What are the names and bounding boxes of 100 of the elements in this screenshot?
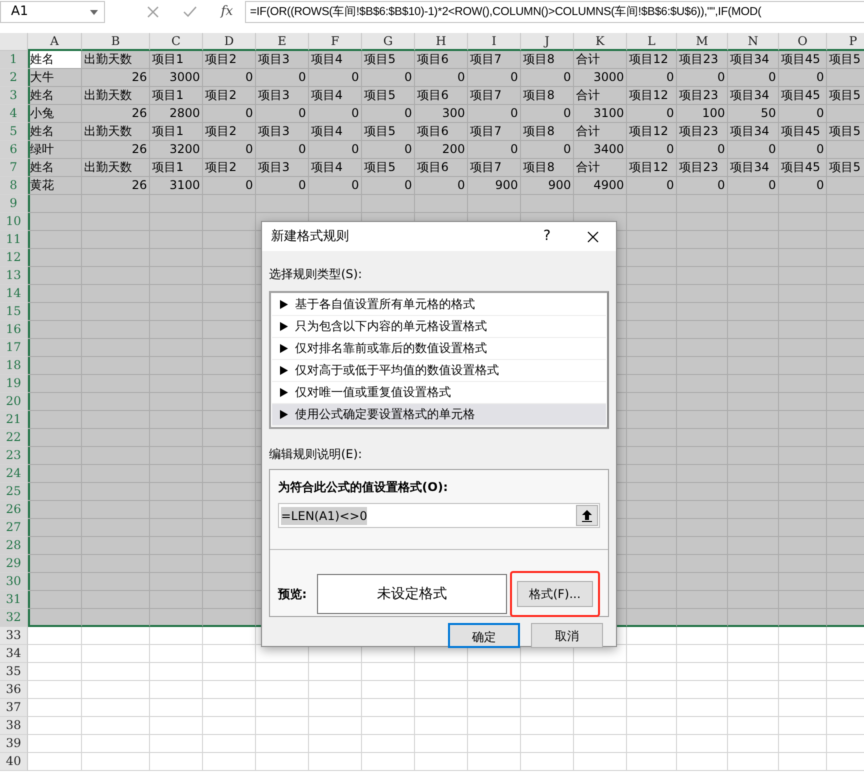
- column-header[interactable]: I: [468, 33, 521, 51]
- formula-field[interactable]: =IF(OR((ROWS(车间!$B$6:$B$10)-1)*2<ROW(),COLUMN()>COLUMNS(车间!$B$6:$U$6)),"",IF(MOD(: [245, 1, 864, 23]
- column-header[interactable]: C: [150, 33, 203, 51]
- table-cell: 项目2: [203, 123, 256, 141]
- column-header[interactable]: P: [827, 33, 864, 51]
- column-header[interactable]: K: [574, 33, 627, 51]
- table-cell: 0: [728, 141, 779, 159]
- row-header[interactable]: 11: [0, 231, 28, 249]
- row-header[interactable]: 4: [0, 105, 28, 123]
- row-header[interactable]: 29: [0, 555, 28, 573]
- row-header[interactable]: 20: [0, 393, 28, 411]
- name-box[interactable]: A1: [0, 1, 105, 23]
- cancel-icon[interactable]: [146, 6, 159, 18]
- insert-function-button[interactable]: fx: [220, 2, 233, 22]
- column-header[interactable]: H: [415, 33, 468, 51]
- row-header[interactable]: 9: [0, 195, 28, 213]
- column-header[interactable]: A: [28, 33, 82, 51]
- row-header[interactable]: 40: [0, 753, 28, 771]
- rule-type-item[interactable]: 只为包含以下内容的单元格设置格式: [272, 316, 606, 338]
- row-header[interactable]: 25: [0, 483, 28, 501]
- row-header[interactable]: 34: [0, 645, 28, 663]
- column-header[interactable]: E: [256, 33, 309, 51]
- row-header[interactable]: 15: [0, 303, 28, 321]
- table-cell: 0: [309, 141, 362, 159]
- table-cell: 0: [203, 141, 256, 159]
- row-header[interactable]: 5: [0, 123, 28, 141]
- rule-type-item[interactable]: 仅对排名靠前或靠后的数值设置格式: [272, 338, 606, 360]
- empty-cell: [677, 717, 728, 735]
- row-header[interactable]: 12: [0, 249, 28, 267]
- row-header[interactable]: 24: [0, 465, 28, 483]
- row-header[interactable]: 13: [0, 267, 28, 285]
- column-header[interactable]: L: [627, 33, 677, 51]
- table-cell: 项目8: [521, 123, 574, 141]
- select-all-corner[interactable]: [0, 33, 28, 51]
- row-header[interactable]: 39: [0, 735, 28, 753]
- table-cell: 项目8: [521, 159, 574, 177]
- table-cell: 项目23: [677, 87, 728, 105]
- formula-input[interactable]: =LEN(A1)<>0: [278, 503, 600, 528]
- column-header[interactable]: F: [309, 33, 362, 51]
- table-cell: 3400: [574, 141, 627, 159]
- row-header[interactable]: 22: [0, 429, 28, 447]
- row-header[interactable]: 17: [0, 339, 28, 357]
- row-header[interactable]: 10: [0, 213, 28, 231]
- column-header[interactable]: M: [677, 33, 728, 51]
- rule-type-item[interactable]: 基于各自值设置所有单元格的格式: [272, 294, 606, 316]
- row-header[interactable]: 36: [0, 681, 28, 699]
- row-header[interactable]: 26: [0, 501, 28, 519]
- help-button[interactable]: ?: [524, 226, 570, 247]
- row-header[interactable]: 1: [0, 51, 28, 69]
- table-cell: 合计: [574, 123, 627, 141]
- row-header[interactable]: 16: [0, 321, 28, 339]
- empty-cell: [779, 717, 827, 735]
- row-header[interactable]: 3: [0, 87, 28, 105]
- empty-cell: [256, 699, 309, 717]
- empty-cell: [728, 735, 779, 753]
- row-header[interactable]: 37: [0, 699, 28, 717]
- table-cell: 项目6: [415, 87, 468, 105]
- row-header[interactable]: 2: [0, 69, 28, 87]
- row-header[interactable]: 19: [0, 375, 28, 393]
- row-header[interactable]: 31: [0, 591, 28, 609]
- table-cell: 项目6: [415, 51, 468, 69]
- column-header[interactable]: B: [82, 33, 150, 51]
- row-header[interactable]: 21: [0, 411, 28, 429]
- description-label: 编辑规则说明(E):: [269, 446, 362, 460]
- table-cell: 26: [82, 69, 150, 87]
- column-header[interactable]: O: [779, 33, 827, 51]
- table-cell: 项目3: [256, 87, 309, 105]
- check-icon[interactable]: [182, 6, 197, 18]
- column-header[interactable]: J: [521, 33, 574, 51]
- column-header[interactable]: N: [728, 33, 779, 51]
- table-cell: 项目12: [627, 87, 677, 105]
- empty-cell: [677, 753, 728, 771]
- table-cell: 项目45: [779, 159, 827, 177]
- close-icon[interactable]: [587, 230, 599, 242]
- column-header[interactable]: D: [203, 33, 256, 51]
- row-header[interactable]: 32: [0, 609, 28, 627]
- row-header[interactable]: 28: [0, 537, 28, 555]
- row-header[interactable]: 6: [0, 141, 28, 159]
- rule-type-item[interactable]: 使用公式确定要设置格式的单元格: [272, 404, 606, 426]
- row-header[interactable]: 7: [0, 159, 28, 177]
- dialog-button[interactable]: 取消: [531, 623, 603, 648]
- row-header[interactable]: 23: [0, 447, 28, 465]
- row-header[interactable]: 38: [0, 717, 28, 735]
- empty-cell: [627, 627, 677, 645]
- row-header[interactable]: 14: [0, 285, 28, 303]
- column-header[interactable]: G: [362, 33, 415, 51]
- dialog-button[interactable]: 确定: [448, 623, 520, 648]
- row-header[interactable]: 27: [0, 519, 28, 537]
- format-button[interactable]: 格式(F)...: [516, 581, 593, 607]
- table-cell: 26: [82, 141, 150, 159]
- empty-cell: [574, 699, 627, 717]
- table-cell: 0: [362, 141, 415, 159]
- row-header[interactable]: 30: [0, 573, 28, 591]
- collapse-dialog-button[interactable]: [576, 505, 598, 526]
- row-header[interactable]: 8: [0, 177, 28, 195]
- row-header[interactable]: 35: [0, 663, 28, 681]
- row-header[interactable]: 33: [0, 627, 28, 645]
- rule-type-item[interactable]: 仅对高于或低于平均值的数值设置格式: [272, 360, 606, 382]
- row-header[interactable]: 18: [0, 357, 28, 375]
- empty-cell: [150, 681, 203, 699]
